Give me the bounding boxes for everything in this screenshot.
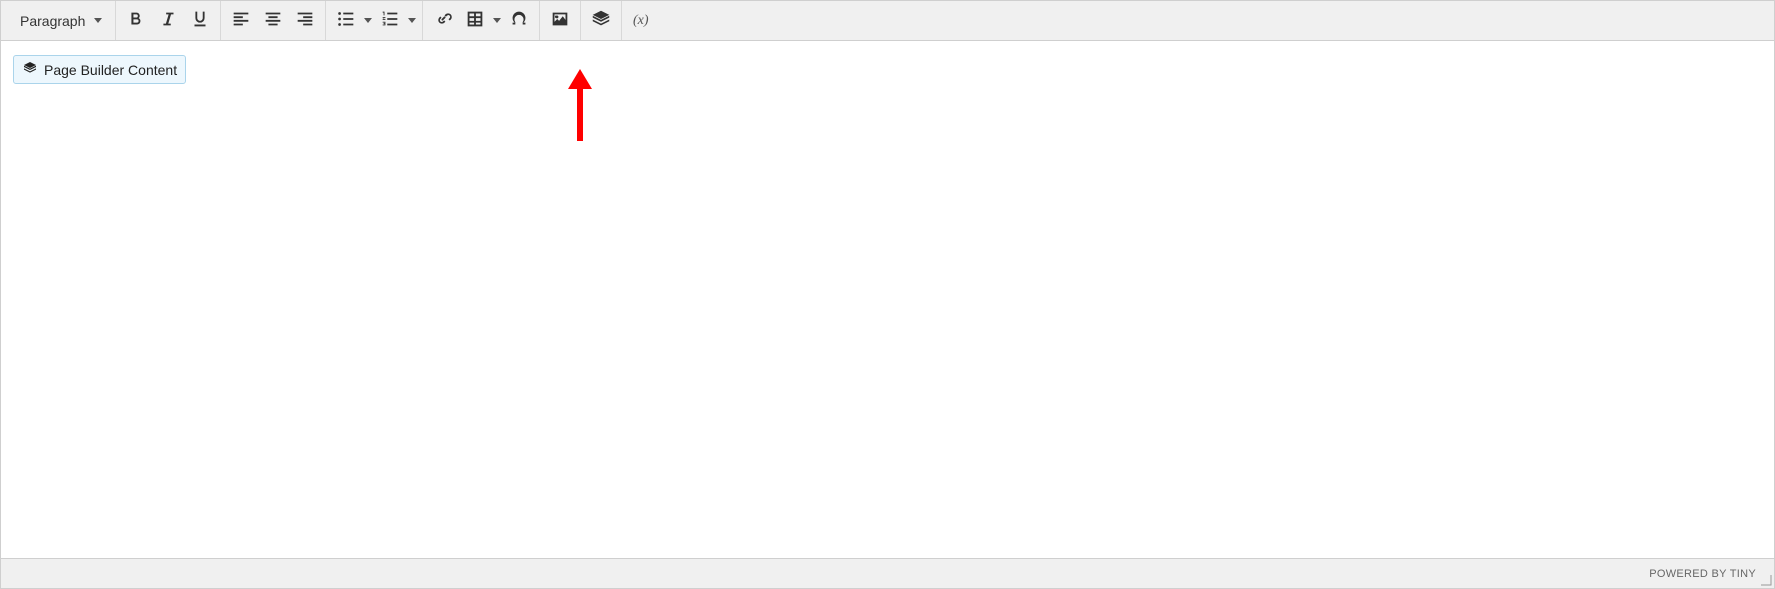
page-builder-widget-chip[interactable]: Page Builder Content	[13, 55, 186, 84]
editor-content-area[interactable]: Page Builder Content	[1, 41, 1774, 558]
editor-toolbar: Paragraph	[1, 1, 1774, 41]
toolbar-group-textstyle	[116, 1, 221, 40]
chevron-down-icon	[493, 18, 501, 23]
number-list-button[interactable]	[375, 6, 405, 36]
image-button[interactable]	[545, 6, 575, 36]
widget-button[interactable]	[586, 6, 616, 36]
editor-statusbar: POWERED BY TINY	[1, 558, 1774, 588]
format-select-label: Paragraph	[20, 13, 85, 29]
align-right-button[interactable]	[290, 6, 320, 36]
underline-button[interactable]	[185, 6, 215, 36]
toolbar-group-variable: (x)	[622, 1, 660, 40]
bold-button[interactable]	[121, 6, 151, 36]
bullet-list-button[interactable]	[331, 6, 361, 36]
table-icon	[464, 8, 486, 33]
branding-label: POWERED BY TINY	[1649, 568, 1756, 580]
link-icon	[432, 8, 454, 33]
table-dropdown[interactable]	[491, 6, 503, 36]
align-right-icon	[294, 8, 316, 33]
toolbar-group-format: Paragraph	[5, 1, 116, 40]
chevron-down-icon	[94, 18, 102, 23]
omega-icon	[508, 8, 530, 33]
number-list-icon	[379, 8, 401, 33]
align-left-button[interactable]	[226, 6, 256, 36]
editor-container: Paragraph	[0, 0, 1775, 589]
toolbar-group-widget	[581, 1, 622, 40]
resize-handle[interactable]	[1760, 574, 1772, 586]
align-center-button[interactable]	[258, 6, 288, 36]
bullet-list-icon	[335, 8, 357, 33]
italic-button[interactable]	[153, 6, 183, 36]
annotation-arrow	[565, 69, 595, 149]
align-center-icon	[262, 8, 284, 33]
image-icon	[549, 8, 571, 33]
italic-icon	[157, 8, 179, 33]
chevron-down-icon	[408, 18, 416, 23]
table-button[interactable]	[460, 6, 490, 36]
variable-button[interactable]: (x)	[627, 6, 655, 36]
bold-icon	[125, 8, 147, 33]
number-list-dropdown[interactable]	[406, 6, 418, 36]
toolbar-group-image	[540, 1, 581, 40]
toolbar-group-lists	[326, 1, 423, 40]
format-select[interactable]: Paragraph	[10, 6, 110, 36]
widget-chip-label: Page Builder Content	[44, 62, 177, 78]
link-button[interactable]	[428, 6, 458, 36]
variable-icon: (x)	[633, 13, 649, 29]
underline-icon	[189, 8, 211, 33]
stack-icon	[590, 8, 612, 33]
bullet-list-dropdown[interactable]	[362, 6, 374, 36]
toolbar-group-insert	[423, 1, 540, 40]
special-char-button[interactable]	[504, 6, 534, 36]
chevron-down-icon	[364, 18, 372, 23]
toolbar-group-align	[221, 1, 326, 40]
stack-icon	[22, 60, 44, 79]
align-left-icon	[230, 8, 252, 33]
